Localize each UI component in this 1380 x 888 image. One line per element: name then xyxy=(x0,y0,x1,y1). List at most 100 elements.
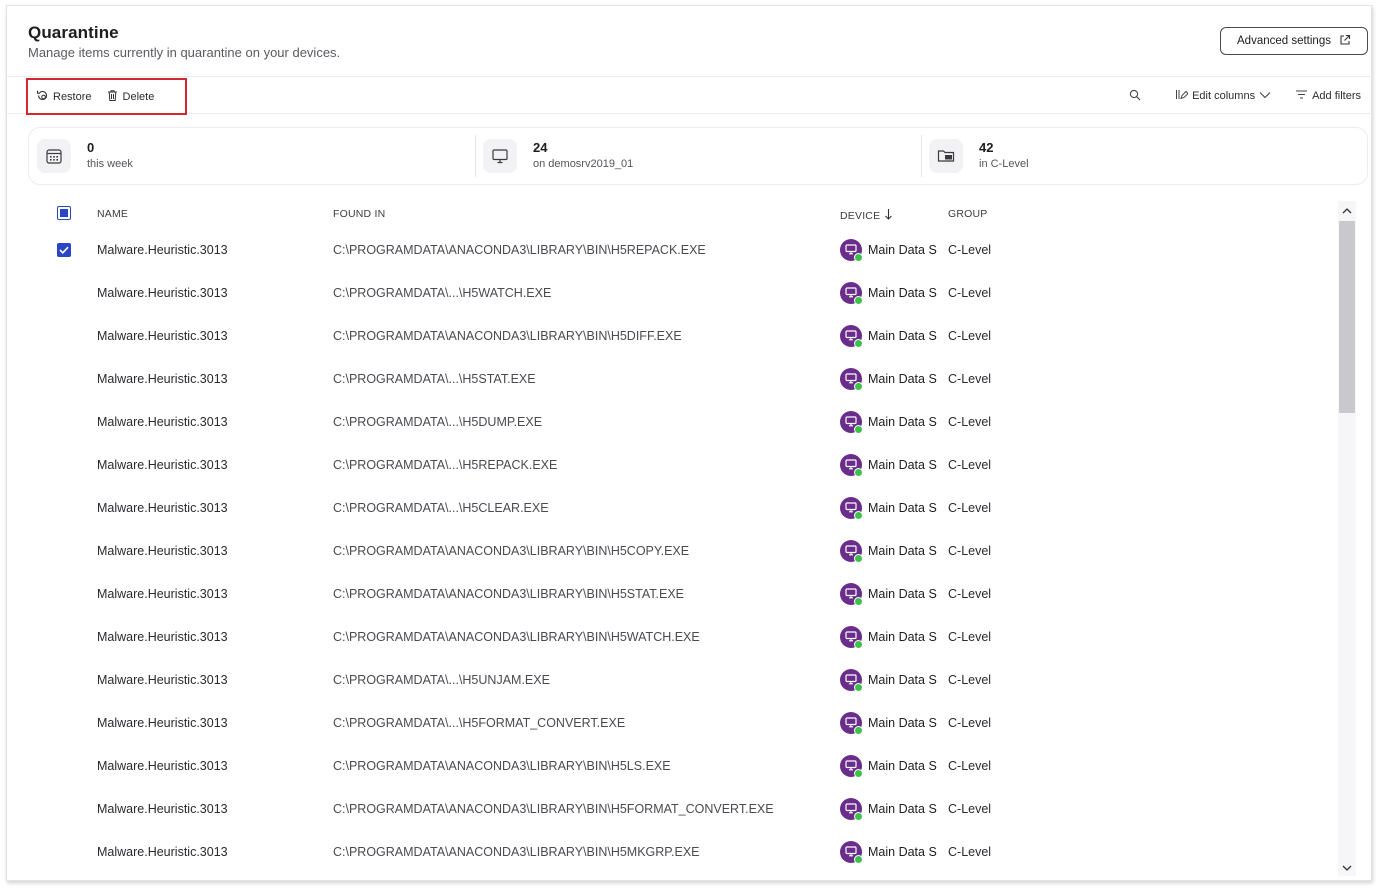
table-row[interactable]: Malware.Heuristic.3013 C:\PROGRAMDATA\..… xyxy=(28,400,1338,443)
cell-device[interactable]: Main Data S xyxy=(840,238,940,261)
scrollbar-thumb[interactable] xyxy=(1339,221,1355,413)
table-row[interactable]: Malware.Heuristic.3013 C:\PROGRAMDATA\AN… xyxy=(28,572,1338,615)
online-status-dot xyxy=(854,295,863,304)
table-row[interactable]: Malware.Heuristic.3013 C:\PROGRAMDATA\..… xyxy=(28,701,1338,744)
cell-group: C-Level xyxy=(948,457,992,472)
search-button[interactable] xyxy=(1129,89,1141,104)
stat-device: 24 on demosrv2019_01 xyxy=(475,128,921,184)
page-header: Quarantine Manage items currently in qua… xyxy=(7,6,1371,76)
online-status-dot xyxy=(854,682,863,691)
table-row[interactable]: Malware.Heuristic.3013 C:\PROGRAMDATA\AN… xyxy=(28,314,1338,357)
column-header-device[interactable]: DEVICE xyxy=(840,208,893,223)
row-checkbox[interactable] xyxy=(57,242,71,257)
column-header-name[interactable]: NAME xyxy=(97,208,128,220)
table-row[interactable]: Malware.Heuristic.3013 C:\PROGRAMDATA\..… xyxy=(28,271,1338,314)
device-name: Main Data S xyxy=(868,242,937,257)
row-checkbox[interactable] xyxy=(57,630,71,644)
table-row[interactable]: Malware.Heuristic.3013 C:\PROGRAMDATA\..… xyxy=(28,486,1338,529)
scroll-up-arrow-icon[interactable] xyxy=(1338,203,1356,219)
device-monitor-icon xyxy=(840,539,863,562)
edit-columns-icon xyxy=(1175,88,1189,104)
stats-summary: 0 this week 24 on demosrv2019_01 42 in C… xyxy=(28,127,1368,185)
restore-button[interactable]: Restore xyxy=(36,89,92,105)
page-subtitle: Manage items currently in quarantine on … xyxy=(28,45,341,60)
advanced-settings-button[interactable]: Advanced settings xyxy=(1220,27,1368,55)
cell-found-in: C:\PROGRAMDATA\...\H5CLEAR.EXE xyxy=(333,500,549,515)
device-monitor-icon xyxy=(840,668,863,691)
add-filters-label: Add filters xyxy=(1312,90,1361,102)
cell-group: C-Level xyxy=(948,371,992,386)
cell-device[interactable]: Main Data S xyxy=(840,324,940,347)
row-checkbox[interactable] xyxy=(57,845,71,859)
row-checkbox[interactable] xyxy=(57,716,71,730)
table-row[interactable]: Malware.Heuristic.3013 C:\PROGRAMDATA\AN… xyxy=(28,830,1338,873)
device-name: Main Data S xyxy=(868,715,937,730)
toolbar-right: Edit columns Add filters xyxy=(1129,77,1361,115)
cell-name: Malware.Heuristic.3013 xyxy=(97,586,228,601)
cell-device[interactable]: Main Data S xyxy=(840,840,940,863)
table-header: NAME FOUND IN DEVICE GROUP xyxy=(28,198,1338,228)
cell-name: Malware.Heuristic.3013 xyxy=(97,371,228,386)
row-checkbox[interactable] xyxy=(57,802,71,816)
row-checkbox[interactable] xyxy=(57,458,71,472)
select-all-checkbox[interactable] xyxy=(57,206,71,220)
cell-device[interactable]: Main Data S xyxy=(840,582,940,605)
cell-device[interactable]: Main Data S xyxy=(840,281,940,304)
edit-columns-button[interactable]: Edit columns xyxy=(1175,88,1271,104)
cell-device[interactable]: Main Data S xyxy=(840,625,940,648)
device-name: Main Data S xyxy=(868,844,937,859)
online-status-dot xyxy=(854,811,863,820)
row-checkbox[interactable] xyxy=(57,286,71,300)
column-header-device-label: DEVICE xyxy=(840,209,881,222)
quarantine-table: NAME FOUND IN DEVICE GROUP Malware.Heuri… xyxy=(28,198,1338,873)
table-row[interactable]: Malware.Heuristic.3013 C:\PROGRAMDATA\AN… xyxy=(28,787,1338,830)
table-row[interactable]: Malware.Heuristic.3013 C:\PROGRAMDATA\AN… xyxy=(28,228,1338,271)
row-checkbox[interactable] xyxy=(57,587,71,601)
cell-device[interactable]: Main Data S xyxy=(840,539,940,562)
cell-group: C-Level xyxy=(948,414,992,429)
row-checkbox[interactable] xyxy=(57,673,71,687)
cell-device[interactable]: Main Data S xyxy=(840,797,940,820)
cell-device[interactable]: Main Data S xyxy=(840,453,940,476)
device-name: Main Data S xyxy=(868,285,937,300)
cell-name: Malware.Heuristic.3013 xyxy=(97,844,228,859)
row-checkbox[interactable] xyxy=(57,415,71,429)
cell-found-in: C:\PROGRAMDATA\...\H5FORMAT_CONVERT.EXE xyxy=(333,715,626,730)
table-row[interactable]: Malware.Heuristic.3013 C:\PROGRAMDATA\AN… xyxy=(28,615,1338,658)
cell-group: C-Level xyxy=(948,242,992,257)
online-status-dot xyxy=(854,424,863,433)
table-row[interactable]: Malware.Heuristic.3013 C:\PROGRAMDATA\..… xyxy=(28,658,1338,701)
cell-device[interactable]: Main Data S xyxy=(840,367,940,390)
device-monitor-icon xyxy=(840,453,863,476)
device-monitor-icon xyxy=(840,582,863,605)
column-header-group[interactable]: GROUP xyxy=(948,208,988,220)
add-filters-button[interactable]: Add filters xyxy=(1295,89,1361,103)
cell-device[interactable]: Main Data S xyxy=(840,410,940,433)
device-name: Main Data S xyxy=(868,758,937,773)
cell-device[interactable]: Main Data S xyxy=(840,668,940,691)
vertical-scrollbar[interactable] xyxy=(1338,201,1356,876)
cell-device[interactable]: Main Data S xyxy=(840,711,940,734)
column-header-found-in[interactable]: FOUND IN xyxy=(333,208,385,220)
delete-button[interactable]: Delete xyxy=(106,89,154,105)
row-checkbox[interactable] xyxy=(57,372,71,386)
restore-label: Restore xyxy=(53,90,92,103)
table-row[interactable]: Malware.Heuristic.3013 C:\PROGRAMDATA\AN… xyxy=(28,529,1338,572)
device-monitor-icon xyxy=(840,754,863,777)
table-row[interactable]: Malware.Heuristic.3013 C:\PROGRAMDATA\..… xyxy=(28,443,1338,486)
row-checkbox[interactable] xyxy=(57,501,71,515)
cell-found-in: C:\PROGRAMDATA\ANACONDA3\LIBRARY\BIN\H5W… xyxy=(333,629,700,644)
cell-found-in: C:\PROGRAMDATA\...\H5WATCH.EXE xyxy=(333,285,552,300)
device-monitor-icon xyxy=(840,625,863,648)
row-checkbox[interactable] xyxy=(57,329,71,343)
table-row[interactable]: Malware.Heuristic.3013 C:\PROGRAMDATA\..… xyxy=(28,357,1338,400)
cell-device[interactable]: Main Data S xyxy=(840,496,940,519)
selection-actions: Restore Delete xyxy=(26,78,187,115)
table-row[interactable]: Malware.Heuristic.3013 C:\PROGRAMDATA\AN… xyxy=(28,744,1338,787)
cell-device[interactable]: Main Data S xyxy=(840,754,940,777)
row-checkbox[interactable] xyxy=(57,759,71,773)
online-status-dot xyxy=(854,553,863,562)
device-name: Main Data S xyxy=(868,672,937,687)
scroll-down-arrow-icon[interactable] xyxy=(1338,860,1356,876)
row-checkbox[interactable] xyxy=(57,544,71,558)
